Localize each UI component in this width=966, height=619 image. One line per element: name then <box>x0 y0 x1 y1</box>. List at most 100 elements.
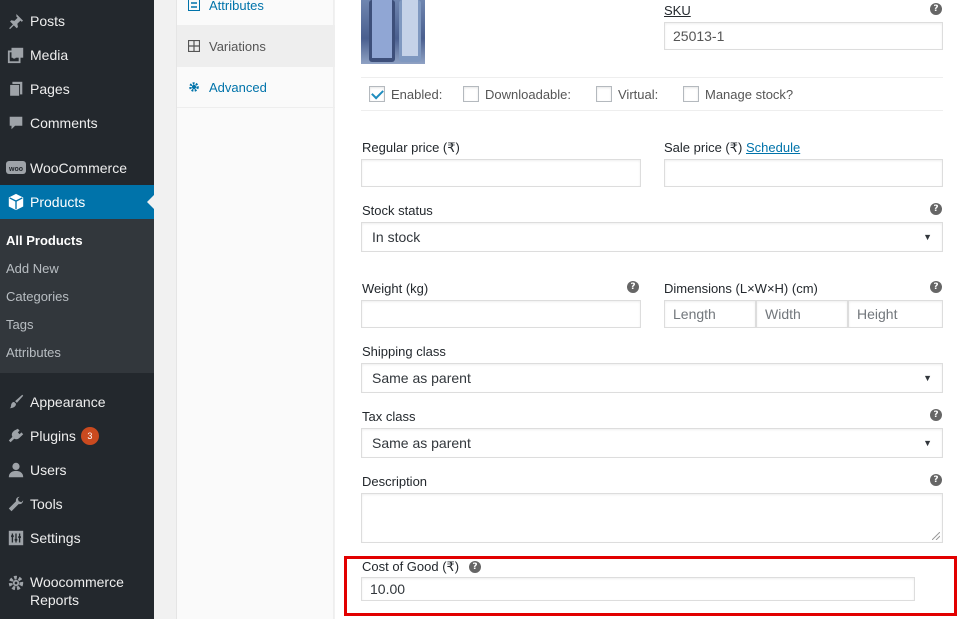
product-data-tabs: Attributes Variations Advanced <box>176 0 335 619</box>
tab-advanced-label: Advanced <box>209 79 267 95</box>
tab-attributes[interactable]: Attributes <box>177 0 335 26</box>
weight-input[interactable] <box>361 300 641 328</box>
regular-price-label: Regular price (₹) <box>362 140 460 155</box>
virtual-checkbox[interactable] <box>596 86 612 102</box>
highlight-box <box>344 556 957 616</box>
length-input[interactable]: Length <box>664 300 756 328</box>
current-menu-arrow <box>147 194 155 210</box>
stock-status-help-icon[interactable]: ? <box>930 203 942 215</box>
submenu-tags[interactable]: Tags <box>6 317 33 332</box>
grid-icon <box>188 40 202 52</box>
list-icon <box>188 0 202 11</box>
stock-status-label: Stock status <box>362 203 433 218</box>
menu-plugins[interactable]: Plugins 3 <box>0 419 154 453</box>
comment-icon <box>0 114 30 132</box>
manage-stock-checkbox[interactable] <box>683 86 699 102</box>
stock-status-select[interactable]: In stock ▼ <box>361 222 943 252</box>
product-box-icon <box>0 193 30 211</box>
menu-products[interactable]: Products <box>0 185 155 219</box>
downloadable-checkbox[interactable] <box>463 86 479 102</box>
weight-help-icon[interactable]: ? <box>627 281 639 293</box>
admin-sidebar: Posts Media Pages Comments woo WooCommer… <box>0 0 155 619</box>
sale-price-label: Sale price (₹) <box>664 140 743 155</box>
submenu-add-new[interactable]: Add New <box>6 261 59 276</box>
menu-posts-label: Posts <box>30 13 66 29</box>
chevron-down-icon: ▼ <box>923 438 932 448</box>
shipping-class-value: Same as parent <box>372 370 471 386</box>
description-textarea[interactable] <box>361 493 943 543</box>
settings-icon <box>0 529 30 547</box>
menu-pages-label: Pages <box>30 81 70 97</box>
tax-class-select[interactable]: Same as parent ▼ <box>361 428 943 458</box>
downloadable-checkbox-row[interactable]: Downloadable: <box>463 86 571 102</box>
menu-tools[interactable]: Tools <box>0 487 154 521</box>
tab-variations[interactable]: Variations <box>177 26 335 67</box>
menu-users-label: Users <box>30 462 67 478</box>
variation-image[interactable] <box>361 0 425 64</box>
virtual-label: Virtual: <box>618 86 659 102</box>
submenu-attributes[interactable]: Attributes <box>6 345 61 360</box>
menu-products-label: Products <box>30 194 86 210</box>
shipping-class-label: Shipping class <box>362 344 446 359</box>
menu-woocommerce[interactable]: woo WooCommerce <box>0 151 154 185</box>
regular-price-input[interactable] <box>361 159 641 187</box>
menu-posts[interactable]: Posts <box>0 4 154 38</box>
virtual-checkbox-row[interactable]: Virtual: <box>596 86 658 102</box>
reports-label-line1: Woocommerce <box>30 574 124 590</box>
width-input[interactable]: Width <box>756 300 848 328</box>
menu-pages[interactable]: Pages <box>0 72 154 106</box>
pin-icon <box>0 12 30 30</box>
sku-input[interactable]: 25013-1 <box>664 22 943 50</box>
tab-advanced[interactable]: Advanced <box>177 67 335 108</box>
chevron-down-icon: ▼ <box>923 232 932 242</box>
wrench-icon <box>0 495 30 513</box>
woo-icon: woo <box>0 160 30 176</box>
menu-comments[interactable]: Comments <box>0 106 154 140</box>
height-input[interactable]: Height <box>848 300 943 328</box>
resize-handle-icon[interactable] <box>932 532 940 540</box>
enabled-checkbox-row[interactable]: Enabled: <box>369 86 442 102</box>
manage-stock-label: Manage stock? <box>705 86 794 102</box>
chevron-down-icon: ▼ <box>923 373 932 383</box>
menu-settings-label: Settings <box>30 530 81 546</box>
tax-class-help-icon[interactable]: ? <box>930 409 942 421</box>
media-icon <box>0 46 30 64</box>
enabled-checkbox[interactable] <box>369 86 385 102</box>
dimensions-help-icon[interactable]: ? <box>930 281 942 293</box>
menu-woocommerce-reports[interactable]: Woocommerce Reports <box>0 571 154 611</box>
schedule-link[interactable]: Schedule <box>746 140 800 155</box>
submenu-categories[interactable]: Categories <box>6 289 69 304</box>
svg-text:woo: woo <box>8 166 23 173</box>
menu-appearance[interactable]: Appearance <box>0 385 154 419</box>
dimensions-label: Dimensions (L×W×H) (cm) <box>664 281 818 296</box>
divider <box>361 110 943 111</box>
menu-media-label: Media <box>30 47 69 63</box>
shipping-class-select[interactable]: Same as parent ▼ <box>361 363 943 393</box>
user-icon <box>0 461 30 479</box>
menu-settings[interactable]: Settings <box>0 521 154 555</box>
plugins-update-badge: 3 <box>80 427 99 445</box>
description-help-icon[interactable]: ? <box>930 474 942 486</box>
gear-icon <box>188 81 202 93</box>
sale-price-label-wrap: Sale price (₹) Schedule <box>664 140 800 156</box>
menu-appearance-label: Appearance <box>30 394 106 410</box>
tax-class-label: Tax class <box>362 409 416 424</box>
description-label: Description <box>362 474 428 489</box>
menu-woocommerce-label: WooCommerce <box>30 160 127 176</box>
menu-users[interactable]: Users <box>0 453 154 487</box>
manage-stock-checkbox-row[interactable]: Manage stock? <box>683 86 793 102</box>
menu-comments-label: Comments <box>30 115 98 131</box>
sale-price-input[interactable] <box>664 159 943 187</box>
tax-class-value: Same as parent <box>372 435 471 451</box>
weight-label: Weight (kg) <box>362 281 429 296</box>
enabled-label: Enabled: <box>391 86 443 102</box>
sku-help-icon[interactable]: ? <box>930 3 942 15</box>
menu-media[interactable]: Media <box>0 38 154 72</box>
products-submenu: All Products Add New Categories Tags Att… <box>0 219 154 373</box>
plug-icon <box>0 427 30 445</box>
brush-icon <box>0 393 30 411</box>
tab-variations-label: Variations <box>209 38 266 54</box>
gear-icon <box>0 571 30 592</box>
submenu-all-products[interactable]: All Products <box>6 233 83 248</box>
reports-label-line2: Reports <box>30 592 80 608</box>
